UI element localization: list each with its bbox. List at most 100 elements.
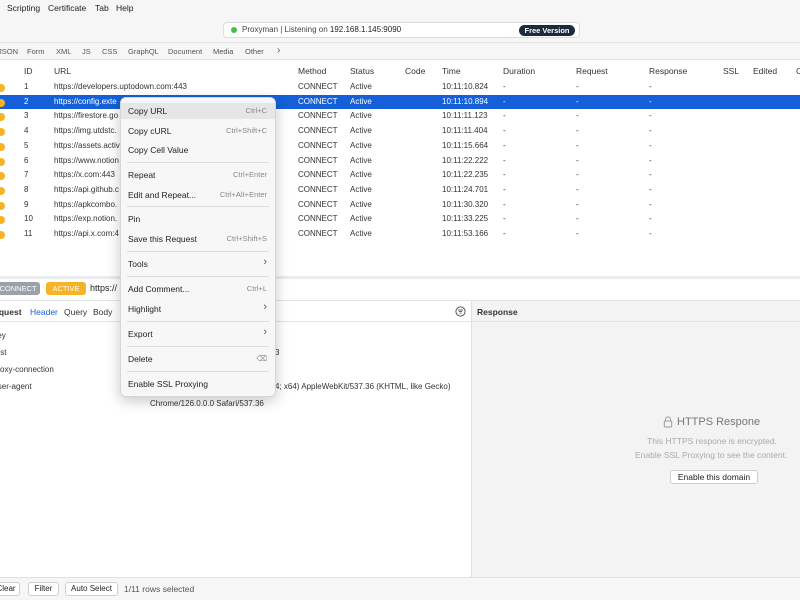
- menu-help[interactable]: Help: [116, 3, 133, 13]
- cell-time: 10:11:10.894: [442, 96, 489, 106]
- column-header-ssl[interactable]: SSL: [723, 66, 739, 76]
- menu-item-repeat[interactable]: Repeat Ctrl+Enter: [121, 167, 275, 183]
- status-bar: Proxyman | Listening on 192.168.1.145:90…: [0, 17, 800, 43]
- cell-id: 9: [24, 199, 29, 209]
- menu-scripting[interactable]: Scripting: [7, 3, 40, 13]
- column-header-response[interactable]: Response: [649, 66, 687, 76]
- cell-url: https://x.com:443: [54, 170, 115, 180]
- cell-response: -: [649, 229, 652, 238]
- cell-request: -: [576, 96, 579, 106]
- free-version-badge[interactable]: Free Version: [519, 25, 575, 36]
- chevron-right-icon[interactable]: ›: [277, 45, 280, 56]
- menu-item-copy-cell-value[interactable]: Copy Cell Value: [121, 142, 275, 158]
- column-header-status[interactable]: Status: [350, 66, 374, 76]
- tab-body[interactable]: Body: [93, 307, 112, 317]
- tab-header[interactable]: Header: [30, 307, 58, 317]
- filter-tab-form[interactable]: Form: [27, 47, 45, 56]
- cell-duration: -: [503, 199, 506, 209]
- menu-certificate[interactable]: Certificate: [48, 3, 86, 13]
- cell-time: 10:11:24.701: [442, 184, 489, 194]
- cell-duration: -: [503, 140, 506, 150]
- menu-item-add-comment[interactable]: Add Comment... Ctrl+L: [121, 281, 275, 297]
- menu-item-tools[interactable]: Tools ›: [121, 256, 275, 272]
- table-row[interactable]: 1 https://developers.uptodown.com:443 CONN…: [0, 80, 800, 95]
- filter-button[interactable]: Filter: [28, 582, 59, 596]
- menu-item-highlight[interactable]: Highlight ›: [121, 301, 275, 317]
- filter-tab-css[interactable]: CSS: [102, 47, 117, 56]
- menu-item-export[interactable]: Export ›: [121, 326, 275, 342]
- menu-item-pin[interactable]: Pin: [121, 211, 275, 227]
- column-header-url[interactable]: URL: [54, 66, 71, 76]
- context-menu: Copy URL Ctrl+C Copy cURL Ctrl+Shift+C Copy …: [120, 97, 276, 397]
- cell-status: Active: [350, 199, 372, 209]
- cell-request: -: [576, 170, 579, 180]
- menu-item-shortcut: Ctrl+Enter: [233, 170, 267, 179]
- header-key-user-agent: User-agent: [0, 382, 32, 391]
- menu-item-label: Edit and Repeat...: [128, 190, 197, 200]
- cell-response: -: [649, 111, 652, 121]
- status-dot-icon: [0, 142, 5, 151]
- menu-item-label: Highlight: [128, 304, 162, 314]
- auto-select-button[interactable]: Auto Select: [65, 582, 118, 596]
- cell-request: -: [576, 155, 579, 165]
- cell-method: CONNECT: [298, 214, 338, 224]
- cell-url: https://assets.activ: [54, 140, 120, 150]
- menu-item-copy-curl[interactable]: Copy cURL Ctrl+Shift+C: [121, 123, 275, 139]
- status-dot-icon: [0, 172, 5, 181]
- listening-status: Proxyman | Listening on 192.168.1.145:90…: [223, 22, 580, 38]
- cell-duration: -: [503, 111, 506, 121]
- filter-tab-xml[interactable]: XML: [56, 47, 71, 56]
- enable-domain-button[interactable]: Enable this domain: [670, 470, 758, 484]
- menu-item-label: Export: [128, 329, 153, 339]
- tab-query[interactable]: Query: [64, 307, 87, 317]
- cell-request: -: [576, 229, 579, 238]
- column-header-time[interactable]: Time: [442, 66, 461, 76]
- cell-method: CONNECT: [298, 184, 338, 194]
- filter-tab-js[interactable]: JS: [82, 47, 91, 56]
- https-response-heading: HTTPS Respone: [677, 416, 761, 428]
- filter-tab-json[interactable]: JSON: [0, 47, 18, 56]
- column-header-edited[interactable]: Edited: [753, 66, 777, 76]
- filter-tab-other[interactable]: Other: [245, 47, 264, 56]
- filter-tab-document[interactable]: Document: [168, 47, 202, 56]
- menu-item-save-request[interactable]: Save this Request Ctrl+Shift+S: [121, 231, 275, 247]
- cell-url: https://exp.notion.: [54, 214, 118, 224]
- cell-duration: -: [503, 170, 506, 180]
- column-header-duration[interactable]: Duration: [503, 66, 535, 76]
- menu-item-shortcut: Ctrl+L: [246, 284, 267, 293]
- column-header-comment[interactable]: C: [796, 66, 800, 76]
- filter-tab-graphql[interactable]: GraphQL: [128, 47, 159, 56]
- cell-time: 10:11:33.225: [442, 214, 489, 224]
- cell-method: CONNECT: [298, 96, 338, 106]
- menu-tab[interactable]: Tab: [95, 3, 109, 13]
- column-header-code[interactable]: Code: [405, 66, 425, 76]
- cell-id: 6: [24, 155, 29, 165]
- summary-url: https://: [90, 283, 118, 293]
- menu-item-edit-and-repeat[interactable]: Edit and Repeat... Ctrl+Alt+Enter: [121, 187, 275, 203]
- cell-url: https://www.notion: [54, 155, 119, 165]
- menu-item-copy-url[interactable]: Copy URL Ctrl+C: [121, 103, 275, 119]
- status-dot-icon: [0, 216, 5, 225]
- cell-status: Active: [350, 140, 372, 150]
- menu-item-label: Copy Cell Value: [128, 145, 189, 155]
- cell-duration: -: [503, 184, 506, 194]
- filter-tab-media[interactable]: Media: [213, 47, 233, 56]
- menu-item-enable-ssl-proxying[interactable]: Enable SSL Proxying: [121, 376, 275, 392]
- column-header-method[interactable]: Method: [298, 66, 326, 76]
- clear-button[interactable]: Clear: [0, 582, 20, 596]
- menu-separator: [127, 251, 269, 252]
- method-badge: CONNECT: [0, 282, 40, 295]
- cell-response: -: [649, 214, 652, 224]
- cell-time: 10:11:15.664: [442, 140, 489, 150]
- cell-response: -: [649, 184, 652, 194]
- column-header-id[interactable]: ID: [24, 66, 33, 76]
- cell-id: 4: [24, 126, 29, 136]
- column-header-request[interactable]: Request: [576, 66, 608, 76]
- status-indicator-dot: [231, 27, 237, 33]
- filter-icon[interactable]: [455, 306, 466, 317]
- menu-item-delete[interactable]: Delete ⌫: [121, 351, 275, 367]
- cell-method: CONNECT: [298, 82, 338, 91]
- cell-id: 10: [24, 214, 33, 224]
- cell-url: https://api.github.c: [54, 184, 119, 194]
- menu-item-shortcut: Ctrl+C: [245, 106, 267, 115]
